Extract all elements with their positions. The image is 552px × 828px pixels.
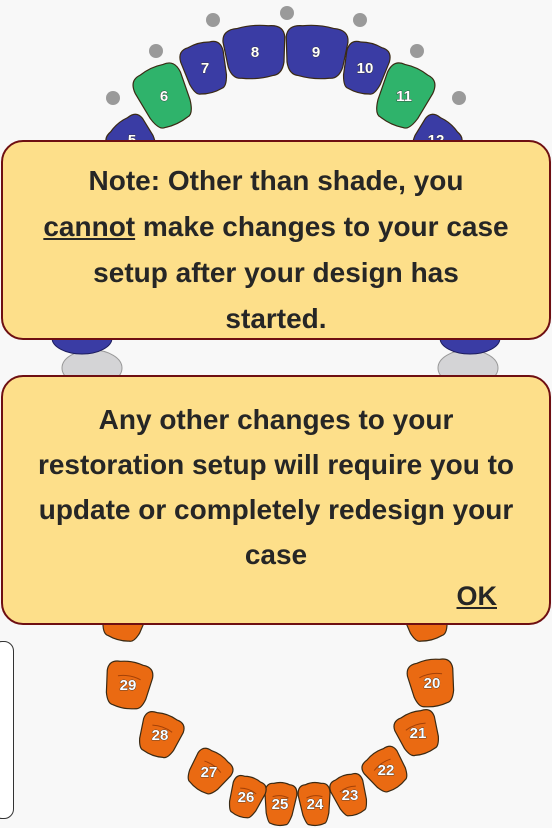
tooth-9[interactable]: 9 — [283, 23, 349, 81]
position-dot — [353, 13, 367, 27]
tooth-21[interactable]: 21 — [391, 706, 445, 761]
tooth-26[interactable]: 26 — [223, 772, 269, 822]
ok-button[interactable]: OK — [457, 574, 498, 619]
note-emphasis: cannot — [43, 211, 136, 242]
position-dot — [106, 91, 120, 105]
tooth-27[interactable]: 27 — [181, 744, 237, 801]
changes-message: Any other changes to your restoration se… — [37, 404, 515, 570]
tooth-number-label: 27 — [201, 764, 218, 781]
position-dot — [206, 13, 220, 27]
position-dot — [410, 44, 424, 58]
changes-callout: Any other changes to your restoration se… — [1, 375, 551, 625]
tooth-29[interactable]: 29 — [101, 658, 154, 712]
position-dot — [280, 6, 294, 20]
tooth-number-label: 22 — [378, 762, 395, 779]
tooth-number-label: 7 — [201, 60, 209, 77]
tooth-number-label: 6 — [160, 88, 168, 105]
tooth-28[interactable]: 28 — [133, 708, 187, 763]
note-text-suffix: make changes to your case setup after yo… — [93, 211, 509, 334]
tooth-number-label: 25 — [272, 796, 289, 813]
tooth-number-label: 21 — [410, 725, 427, 742]
tooth-8[interactable]: 8 — [222, 23, 288, 81]
tooth-24[interactable]: 24 — [297, 781, 333, 827]
tooth-number-label: 23 — [342, 787, 359, 804]
note-callout: Note: Other than shade, you cannot make … — [1, 140, 551, 340]
tooth-number-label: 10 — [357, 60, 374, 77]
tooth-number-label: 28 — [152, 727, 169, 744]
tooth-number-label: 24 — [307, 796, 324, 813]
tooth-number-label: 11 — [396, 88, 412, 105]
tooth-number-label: 20 — [424, 675, 441, 692]
tooth-number-label: 8 — [251, 44, 259, 61]
position-dot — [149, 44, 163, 58]
tooth-20[interactable]: 20 — [405, 656, 458, 710]
tooth-23[interactable]: 23 — [327, 770, 373, 820]
tooth-number-label: 9 — [312, 44, 320, 61]
tooth-number-label: 26 — [238, 789, 255, 806]
tooth-number-label: 29 — [120, 677, 137, 694]
position-dot — [452, 91, 466, 105]
tooth-25[interactable]: 25 — [262, 781, 298, 827]
side-panel — [0, 641, 14, 819]
note-text-prefix: Note: Other than shade, you — [88, 165, 464, 196]
